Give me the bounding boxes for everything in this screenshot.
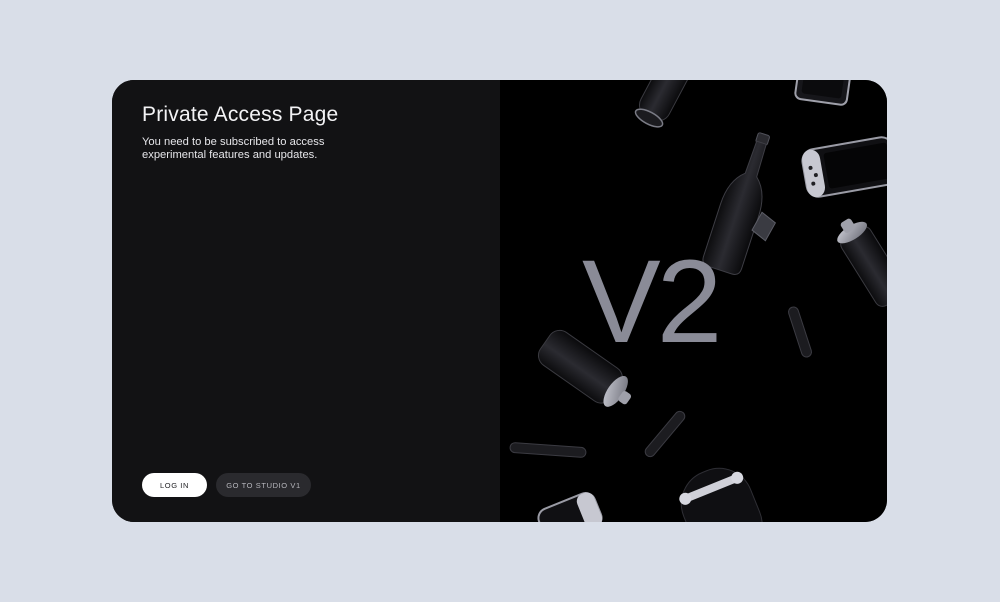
game-console-icon: [537, 492, 603, 522]
stick-icon: [644, 410, 686, 458]
can-icon: [634, 80, 694, 128]
page-description: You need to be subscribed to access expe…: [142, 136, 325, 161]
info-panel: Private Access Page You need to be subsc…: [112, 80, 500, 522]
hero-panel: V2: [500, 80, 887, 522]
v2-logo-text: V2: [582, 236, 718, 368]
go-to-studio-v1-button[interactable]: GO TO STUDIO V1: [216, 473, 311, 497]
stick-icon: [788, 306, 812, 358]
page-title: Private Access Page: [142, 103, 339, 126]
hero-illustration: V2: [509, 80, 887, 522]
game-console-icon: [801, 136, 887, 198]
private-access-modal: Private Access Page You need to be subsc…: [112, 80, 887, 522]
stick-icon: [509, 442, 587, 458]
v2-logo: V2: [582, 236, 722, 368]
phone-icon: [794, 80, 852, 106]
spray-can-icon: [837, 218, 887, 307]
skateboard-icon: [679, 467, 763, 522]
login-button[interactable]: LOG IN: [142, 473, 207, 497]
